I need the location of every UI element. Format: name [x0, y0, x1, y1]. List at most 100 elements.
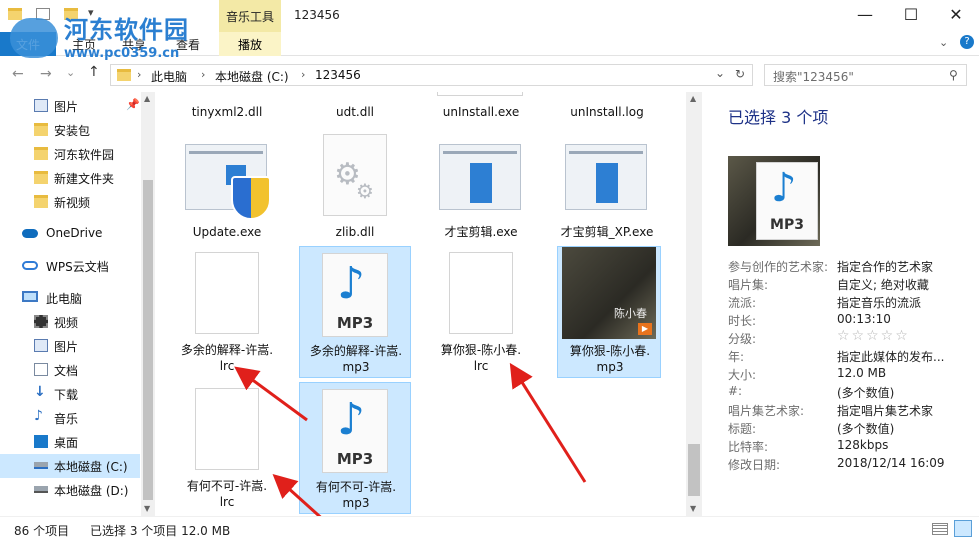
sidebar-item-hedong[interactable]: 河东软件园: [0, 142, 140, 166]
search-placeholder: 搜索"123456": [773, 70, 854, 84]
address-dropdown[interactable]: ⌄: [715, 66, 725, 80]
sidebar-item-desktop[interactable]: 桌面: [0, 430, 140, 454]
prop-key: 分级:: [728, 332, 757, 346]
prop-key: 大小:: [728, 368, 757, 382]
prop-value[interactable]: 2018/12/14 16:09: [837, 456, 945, 470]
sidebar-item-videos[interactable]: 视频: [0, 310, 140, 334]
sidebar-item-downloads[interactable]: ↓ 下载: [0, 382, 140, 406]
forward-button[interactable]: →: [40, 66, 52, 82]
folder-icon: [34, 171, 48, 184]
large-icons-view-icon[interactable]: [954, 520, 972, 537]
item-count: 86 个项目: [14, 524, 70, 538]
folder-icon: [34, 195, 48, 208]
search-input[interactable]: 搜索"123456" ⚲: [764, 64, 967, 86]
scroll-down-icon[interactable]: ▼: [144, 504, 150, 513]
up-button[interactable]: ↑: [88, 64, 100, 80]
sidebar-item-pictures[interactable]: 图片: [0, 334, 140, 358]
sidebar-item-label: 此电脑: [46, 292, 83, 306]
prop-key: 流派:: [728, 296, 757, 310]
breadcrumb-this-pc[interactable]: 此电脑: [151, 68, 187, 85]
prop-key: 年:: [728, 350, 745, 364]
sidebar-item-label: 下载: [54, 388, 79, 402]
watermark-logo: [10, 18, 58, 58]
sidebar-item-this-pc[interactable]: 此电脑: [0, 286, 140, 310]
sidebar-item-new-folder[interactable]: 新建文件夹: [0, 166, 140, 190]
breadcrumb-folder[interactable]: 123456: [315, 68, 361, 82]
maximize-button[interactable]: ☐: [888, 0, 934, 32]
breadcrumb-drive-c[interactable]: 本地磁盘 (C:): [215, 68, 289, 85]
folder-icon: [117, 69, 131, 81]
prop-value[interactable]: 指定合作的艺术家: [837, 258, 933, 275]
rating-stars[interactable]: ☆☆☆☆☆: [837, 328, 910, 344]
file-list-scroll-thumb[interactable]: [688, 444, 700, 496]
prop-key: #:: [728, 384, 743, 398]
details-view-icon[interactable]: [932, 523, 948, 535]
scroll-up-icon[interactable]: ▲: [144, 94, 150, 103]
sidebar-item-label: 新建文件夹: [54, 172, 115, 186]
prop-value: 00:13:10: [837, 312, 891, 326]
sidebar-item-new-video[interactable]: 新视频: [0, 190, 140, 214]
folder-icon: [8, 8, 22, 20]
sidebar-item-label: 本地磁盘 (C:): [54, 460, 128, 474]
help-icon[interactable]: ?: [960, 35, 974, 49]
sidebar-item-pictures-pinned[interactable]: 图片 📌: [0, 94, 140, 118]
prop-value[interactable]: 指定音乐的流派: [837, 294, 921, 311]
scroll-down-icon[interactable]: ▼: [690, 504, 696, 513]
details-thumbnail: ♪ MP3: [728, 156, 820, 246]
prop-value[interactable]: (多个数值): [837, 420, 894, 437]
folder-icon: [34, 123, 48, 136]
close-button[interactable]: ✕: [933, 0, 979, 32]
prop-value: 12.0 MB: [837, 366, 887, 380]
prop-key: 唱片集:: [728, 278, 769, 292]
sidebar-item-drive-c[interactable]: 本地磁盘 (C:): [0, 454, 140, 478]
sidebar-item-label: WPS云文档: [46, 260, 109, 274]
prop-value[interactable]: (多个数值): [837, 384, 894, 401]
scroll-up-icon[interactable]: ▲: [690, 94, 696, 103]
prop-value[interactable]: 指定唱片集艺术家: [837, 402, 933, 419]
prop-value[interactable]: 自定义; 绝对收藏: [837, 276, 929, 293]
sidebar-item-label: 文档: [54, 364, 79, 378]
tab-play[interactable]: 播放: [219, 32, 281, 56]
minimize-button[interactable]: —: [842, 0, 888, 32]
documents-icon: [34, 363, 48, 376]
prop-key: 比特率:: [728, 440, 769, 454]
search-icon: ⚲: [949, 68, 958, 82]
sidebar-item-onedrive[interactable]: OneDrive: [0, 222, 140, 246]
refresh-button[interactable]: ↻: [735, 67, 745, 81]
computer-icon: [22, 291, 38, 302]
status-bar: 86 个项目 已选择 3 个项目 12.0 MB: [0, 516, 979, 540]
navigation-pane: 图片 📌 安装包 河东软件园 新建文件夹 新视频 OneDrive WPS云文档…: [0, 92, 155, 516]
sidebar-item-label: 河东软件园: [54, 148, 115, 162]
sidebar-item-installers[interactable]: 安装包: [0, 118, 140, 142]
recent-dropdown[interactable]: ⌄: [66, 66, 75, 79]
sidebar-scroll-thumb[interactable]: [143, 180, 153, 500]
details-title: 已选择 3 个项: [728, 108, 829, 127]
sidebar-item-documents[interactable]: 文档: [0, 358, 140, 382]
pictures-icon: [34, 99, 48, 112]
sidebar-item-label: 桌面: [54, 436, 79, 450]
back-button[interactable]: ←: [12, 66, 24, 82]
sidebar-item-label: 本地磁盘 (D:): [54, 484, 129, 498]
pin-icon[interactable]: 📌: [126, 98, 140, 111]
arrow-annotation: [272, 473, 322, 516]
sidebar-item-music[interactable]: ♪ 音乐: [0, 406, 140, 430]
sidebar-item-wps-cloud[interactable]: WPS云文档: [0, 254, 140, 278]
prop-value: 128kbps: [837, 438, 889, 452]
chevron-right-icon: ›: [301, 68, 306, 81]
sidebar-item-drive-d[interactable]: 本地磁盘 (D:): [0, 478, 140, 502]
address-bar[interactable]: › 此电脑 › 本地磁盘 (C:) › 123456 ⌄ ↻: [110, 64, 753, 86]
cloud-icon: [22, 229, 38, 238]
download-icon: ↓: [34, 384, 46, 400]
music-tools-label: 音乐工具: [225, 10, 274, 24]
annotation-arrows: [234, 362, 587, 516]
prop-key: 修改日期:: [728, 458, 781, 472]
drive-icon: [34, 462, 48, 469]
sidebar-item-label: OneDrive: [46, 226, 103, 240]
watermark-title: 河东软件园: [64, 16, 189, 44]
prop-value[interactable]: 指定此媒体的发布...: [837, 348, 944, 365]
video-icon: [34, 315, 48, 328]
ribbon-expand-icon[interactable]: ⌄: [939, 36, 948, 49]
arrow-annotation: [234, 366, 308, 422]
prop-key: 参与创作的艺术家:: [728, 260, 829, 274]
sidebar-item-label: 图片: [54, 340, 79, 354]
